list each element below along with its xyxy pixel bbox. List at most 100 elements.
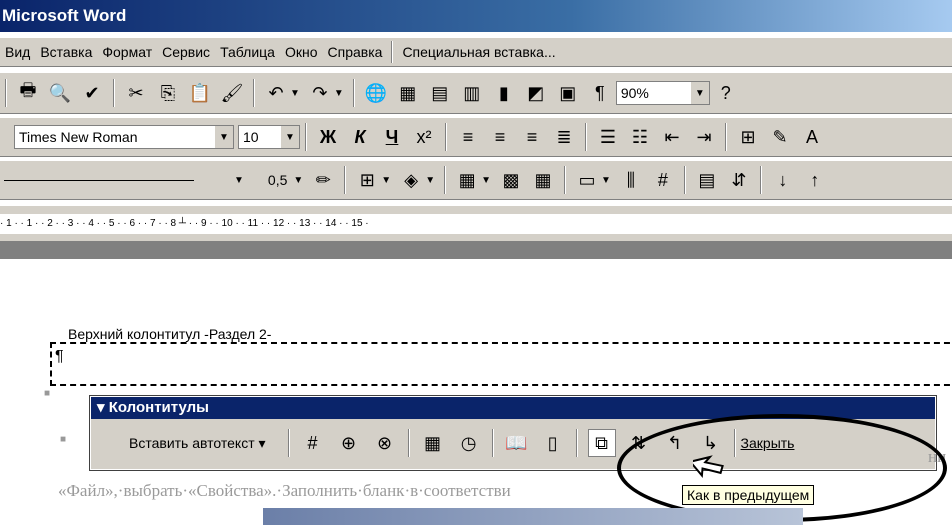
insert-page-count-icon[interactable]: ⊕ — [336, 430, 362, 456]
separator — [585, 123, 587, 151]
font-color-icon[interactable]: A — [799, 124, 825, 150]
print-preview-icon[interactable]: 🔍 — [47, 80, 73, 106]
page-setup-icon[interactable]: 📖 — [504, 430, 530, 456]
menu-separator — [391, 41, 394, 63]
align-right-icon[interactable]: ≡ — [519, 124, 545, 150]
line-width-value: 0,5 — [267, 172, 288, 188]
insert-table-icon[interactable]: ▤ — [427, 80, 453, 106]
insert-autotext-button[interactable]: Вставить автотекст ▾ — [129, 435, 266, 452]
print-icon[interactable]: 🖶 — [15, 80, 41, 106]
sort-ascending-icon[interactable]: ↓ — [770, 167, 796, 193]
chevron-down-icon[interactable]: ▼ — [281, 126, 299, 148]
menu-tools[interactable]: Сервис — [157, 44, 215, 60]
shading-color-icon[interactable]: ◈ — [398, 167, 424, 193]
justify-icon[interactable]: ≣ — [551, 124, 577, 150]
chevron-down-icon[interactable]: ▼ — [425, 175, 435, 186]
drawing-icon[interactable]: ◩ — [523, 80, 549, 106]
separator — [305, 123, 307, 151]
insert-date-icon[interactable]: ▦ — [420, 430, 446, 456]
numbering-icon[interactable]: ☰ — [595, 124, 621, 150]
separator — [444, 166, 447, 194]
distribute-columns-icon[interactable]: # — [650, 167, 676, 193]
align-left-icon[interactable]: ≡ — [455, 124, 481, 150]
bold-button[interactable]: Ж — [315, 124, 341, 150]
align-center-icon[interactable]: ≡ — [487, 124, 513, 150]
zoom-select[interactable]: 90% ▼ — [615, 81, 710, 105]
help-icon[interactable]: ? — [713, 80, 739, 106]
tables-borders-icon[interactable]: ▦ — [395, 80, 421, 106]
chevron-down-icon[interactable]: ▼ — [481, 175, 491, 186]
menu-format[interactable]: Формат — [97, 44, 157, 60]
chevron-down-icon[interactable]: ▼ — [601, 175, 611, 186]
table-autoformat-icon[interactable]: ▤ — [694, 167, 720, 193]
chevron-down-icon[interactable]: ▼ — [293, 175, 303, 186]
split-cells-icon[interactable]: ▦ — [530, 167, 556, 193]
menu-window[interactable]: Окно — [280, 44, 323, 60]
separator — [287, 429, 290, 457]
separator — [352, 79, 355, 107]
paste-icon[interactable]: 📋 — [187, 80, 213, 106]
paragraph-mark: ¶ — [55, 348, 64, 365]
change-text-direction-icon[interactable]: ⇵ — [726, 167, 752, 193]
zoom-value: 90% — [620, 85, 649, 101]
sort-descending-icon[interactable]: ↑ — [802, 167, 828, 193]
highlight-icon[interactable]: ✎ — [767, 124, 793, 150]
same-as-previous-icon[interactable]: ⧉ — [587, 429, 616, 457]
chevron-down-icon[interactable]: ▼ — [690, 82, 709, 104]
insert-time-icon[interactable]: ◷ — [456, 430, 482, 456]
align-cell-icon[interactable]: ▭ — [574, 167, 600, 193]
separator — [113, 79, 115, 107]
menu-help[interactable]: Справка — [323, 44, 388, 60]
ruler-divider — [0, 241, 952, 259]
font-value: Times New Roman — [19, 129, 138, 145]
insert-excel-icon[interactable]: ▥ — [459, 80, 485, 106]
decrease-indent-icon[interactable]: ⇤ — [659, 124, 685, 150]
increase-indent-icon[interactable]: ⇥ — [691, 124, 717, 150]
body-text: «Файл»,·выбрать·«Свойства».·Заполнить·бл… — [58, 481, 511, 500]
redo-dropdown-icon[interactable]: ▼ — [334, 88, 344, 99]
font-size-select[interactable]: 10 ▼ — [238, 125, 300, 149]
cut-icon[interactable]: ✂ — [123, 80, 149, 106]
font-select[interactable]: Times New Roman ▼ — [14, 125, 234, 149]
header-section-label: Верхний колонтитул -Раздел 2- — [68, 326, 272, 342]
underline-button[interactable]: Ч — [379, 124, 405, 150]
border-color-icon[interactable]: ✏ — [310, 167, 336, 193]
document-map-icon[interactable]: ▣ — [555, 80, 581, 106]
undo-icon[interactable]: ↶ — [263, 80, 289, 106]
separator — [407, 429, 410, 457]
outside-border-icon[interactable]: ⊞ — [354, 167, 380, 193]
redo-icon[interactable]: ↷ — [307, 80, 333, 106]
columns-icon[interactable]: ▮ — [491, 80, 517, 106]
horizontal-ruler[interactable]: · 1 · · 1 · · 2 · · 3 · · 4 · · 5 · · 6 … — [0, 205, 952, 242]
insert-page-number-icon[interactable]: # — [300, 430, 326, 456]
menu-view[interactable]: Вид — [0, 44, 35, 60]
formatting-toolbar: Times New Roman ▼ 10 ▼ Ж К Ч x² ≡ ≡ ≡ ≣ … — [0, 117, 952, 157]
separator — [564, 166, 566, 194]
bullets-icon[interactable]: ☷ — [627, 124, 653, 150]
superscript-icon[interactable]: x² — [411, 124, 437, 150]
merge-cells-icon[interactable]: ▩ — [498, 167, 524, 193]
italic-button[interactable]: К — [347, 124, 373, 150]
menu-table[interactable]: Таблица — [215, 44, 280, 60]
ruler-scale: · 1 · · 1 · · 2 · · 3 · · 4 · · 5 · · 6 … — [0, 214, 952, 234]
undo-dropdown-icon[interactable]: ▼ — [290, 88, 300, 99]
separator — [5, 79, 7, 107]
hyperlink-icon[interactable]: 🌐 — [363, 80, 389, 106]
distribute-rows-icon[interactable]: ⫼ — [618, 167, 644, 193]
copy-icon[interactable]: ⎘ — [155, 80, 181, 106]
separator — [683, 166, 686, 194]
border-icon[interactable]: ⊞ — [735, 124, 761, 150]
insert-table-icon[interactable]: ▦ — [454, 167, 480, 193]
chevron-down-icon[interactable]: ▼ — [234, 175, 244, 186]
show-hide-document-text-icon[interactable]: ▯ — [540, 430, 566, 456]
chevron-down-icon[interactable]: ▼ — [381, 175, 391, 186]
bullet-dot: ■ — [44, 388, 51, 399]
format-page-number-icon[interactable]: ⊗ — [372, 430, 398, 456]
menu-paste-special[interactable]: Специальная вставка... — [397, 44, 560, 60]
spelling-icon[interactable]: ✔ — [79, 80, 105, 106]
chevron-down-icon[interactable]: ▼ — [215, 126, 233, 148]
show-hide-icon[interactable]: ¶ — [587, 80, 613, 106]
menu-insert[interactable]: Вставка — [35, 44, 97, 60]
header-area[interactable] — [50, 342, 952, 386]
format-painter-icon[interactable]: 🖌 — [219, 80, 245, 106]
